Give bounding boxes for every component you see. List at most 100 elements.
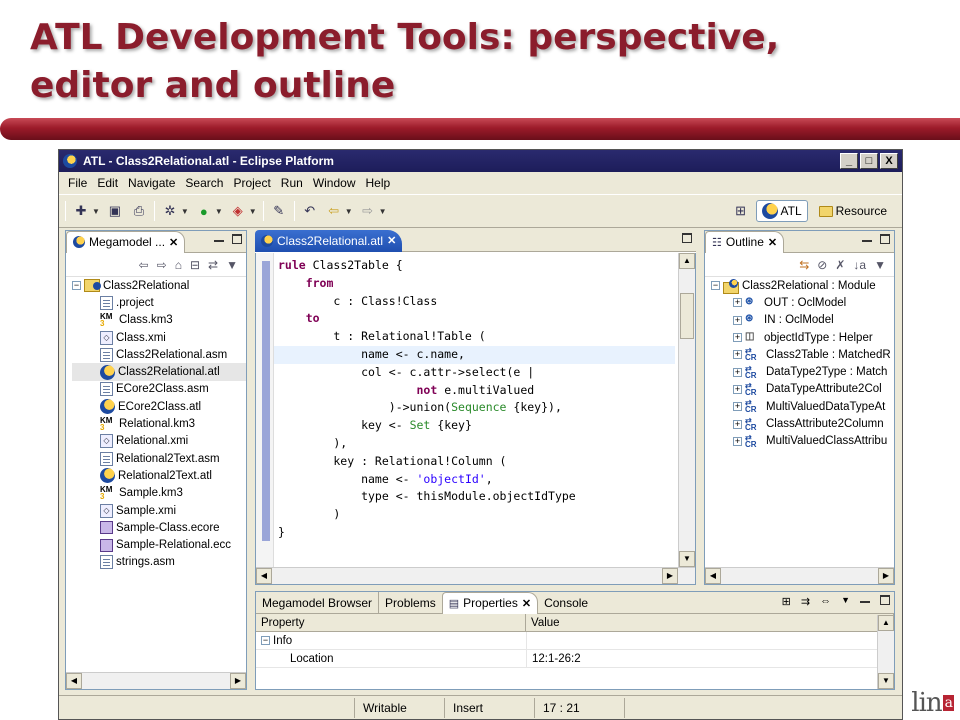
close-icon[interactable]: ✕ <box>169 236 178 249</box>
megamodel-hscroll[interactable]: ◀ ▶ <box>66 672 246 689</box>
tab-console[interactable]: Console <box>538 592 594 614</box>
tree-item[interactable]: Relational2Text.atl <box>72 467 246 484</box>
properties-vscroll[interactable]: ▲ ▼ <box>877 615 894 689</box>
outline-item[interactable]: + ⇄ CR MultiValuedDataTypeAt <box>711 398 894 415</box>
close-icon[interactable]: ✕ <box>768 236 777 249</box>
close-button[interactable]: X <box>880 153 898 169</box>
code-line[interactable]: not e.multiValued <box>278 382 675 400</box>
tree-item[interactable]: Sample-Relational.ecc <box>72 536 246 553</box>
code-line[interactable]: name <- c.name, <box>274 345 675 364</box>
tree-root[interactable]: − Class2Relational <box>72 277 246 294</box>
expand-icon[interactable]: + <box>733 367 742 377</box>
editor-vscroll[interactable]: ▲ ▼ <box>678 253 695 567</box>
scroll-thumb[interactable] <box>680 293 694 339</box>
menu-navigate[interactable]: Navigate <box>123 176 180 190</box>
tree-item[interactable]: Class2Relational.asm <box>72 346 246 363</box>
open-perspective-icon[interactable]: ⊞ <box>732 202 750 220</box>
menu-file[interactable]: File <box>63 176 92 190</box>
tree-item[interactable]: Relational2Text.asm <box>72 450 246 467</box>
close-icon[interactable]: ✕ <box>387 234 396 247</box>
table-row[interactable]: Location 12:1-26:2 <box>256 650 894 668</box>
debug-dropdown-icon[interactable]: ▼ <box>181 207 189 216</box>
code-line[interactable]: key : Relational!Column ( <box>278 453 675 471</box>
expand-icon[interactable]: + <box>733 350 742 360</box>
scroll-up-icon[interactable]: ▲ <box>878 615 894 631</box>
menu-help[interactable]: Help <box>361 176 396 190</box>
collapse-icon[interactable]: − <box>261 636 270 645</box>
tab-megamodel-browser[interactable]: Megamodel Browser <box>256 592 378 614</box>
categories-icon[interactable]: ⊞ <box>782 595 791 608</box>
expand-icon[interactable]: + <box>733 402 742 412</box>
outline-item[interactable]: + ⇄ CR Class2Table : MatchedR <box>711 346 894 363</box>
outline-hscroll[interactable]: ◀ ▶ <box>705 567 894 584</box>
menu-project[interactable]: Project <box>228 176 275 190</box>
perspective-resource[interactable]: Resource <box>814 202 892 220</box>
outline-item[interactable]: + ⇄ CR DataTypeAttribute2Col <box>711 381 894 398</box>
tree-item[interactable]: Sample-Class.ecore <box>72 519 246 536</box>
maximize-view-icon[interactable] <box>880 234 890 244</box>
outline-item[interactable]: + ⊛ IN : OclModel <box>711 312 894 329</box>
code-line[interactable]: c : Class!Class <box>278 293 675 311</box>
collapse-icon[interactable]: − <box>711 281 720 291</box>
table-row[interactable]: − Info <box>256 632 894 650</box>
col-value[interactable]: Value <box>526 614 894 631</box>
tree-item[interactable]: ECore2Class.asm <box>72 381 246 398</box>
code-line[interactable]: )->union(Sequence {key}), <box>278 399 675 417</box>
minimize-view-icon[interactable] <box>862 240 872 242</box>
outline-item[interactable]: + ⊛ OUT : OclModel <box>711 294 894 311</box>
debug-icon[interactable]: ✲ <box>161 202 179 220</box>
scroll-right-icon[interactable]: ▶ <box>662 568 678 584</box>
minimize-button[interactable]: _ <box>840 153 858 169</box>
back-icon[interactable]: ⇦ <box>325 202 343 220</box>
run-icon[interactable]: ● <box>195 202 213 220</box>
minimize-view-icon[interactable] <box>860 601 870 603</box>
expand-icon[interactable]: + <box>733 436 742 446</box>
tree-item[interactable]: KM 3 Class.km3 <box>72 312 246 329</box>
print-icon[interactable]: ⎙ <box>130 202 148 220</box>
scroll-left-icon[interactable]: ◀ <box>66 673 82 689</box>
collapse-icon[interactable]: − <box>72 281 81 291</box>
forward-icon[interactable]: ⇨ <box>157 258 167 272</box>
maximize-button[interactable]: □ <box>860 153 878 169</box>
scroll-right-icon[interactable]: ▶ <box>230 673 246 689</box>
expand-icon[interactable]: + <box>733 333 742 343</box>
maximize-view-icon[interactable] <box>880 595 890 605</box>
tree-item[interactable]: strings.asm <box>72 554 246 571</box>
collapse-all-icon[interactable]: ⊟ <box>190 258 200 272</box>
code-line[interactable]: from <box>278 275 675 293</box>
edit-icon[interactable]: ✎ <box>270 202 288 220</box>
restore-icon[interactable]: ⇔ <box>820 595 831 608</box>
new-dropdown-icon[interactable]: ▼ <box>92 207 100 216</box>
tree-item[interactable]: ECore2Class.atl <box>72 398 246 415</box>
menu-search[interactable]: Search <box>180 176 228 190</box>
back-icon[interactable]: ⇦ <box>139 258 149 272</box>
tree-item[interactable]: ◇ Class.xmi <box>72 329 246 346</box>
tree-item[interactable]: Class2Relational.atl <box>72 363 246 381</box>
col-property[interactable]: Property <box>256 614 526 631</box>
code-line[interactable]: ), <box>278 435 675 453</box>
expand-icon[interactable]: + <box>733 419 742 429</box>
tab-outline[interactable]: ☷ Outline ✕ <box>705 230 785 253</box>
forward-dropdown-icon[interactable]: ▼ <box>379 207 387 216</box>
outline-root[interactable]: − Class2Relational : Module <box>711 277 894 294</box>
scroll-up-icon[interactable]: ▲ <box>679 253 695 269</box>
sync-icon[interactable]: ⇆ <box>799 258 809 272</box>
new-icon[interactable]: ✚ <box>72 202 90 220</box>
forward-icon[interactable]: ⇨ <box>359 202 377 220</box>
tree-item[interactable]: ◇ Sample.xmi <box>72 502 246 519</box>
expand-icon[interactable]: + <box>733 298 742 308</box>
code-line[interactable]: } <box>278 524 675 542</box>
filter-icon[interactable]: ⇉ <box>801 595 810 608</box>
menu-edit[interactable]: Edit <box>92 176 123 190</box>
hide-fields-icon[interactable]: ⊘ <box>817 258 827 272</box>
perspective-atl[interactable]: ATL <box>755 200 808 222</box>
hide-rules-icon[interactable]: ✗ <box>835 258 845 272</box>
scroll-left-icon[interactable]: ◀ <box>705 568 721 584</box>
view-menu-icon[interactable]: ▼ <box>226 258 238 272</box>
home-icon[interactable]: ⌂ <box>175 258 182 272</box>
tab-class2relational-atl[interactable]: Class2Relational.atl ✕ <box>255 229 403 252</box>
view-menu-icon[interactable]: ▼ <box>841 595 850 608</box>
maximize-view-icon[interactable] <box>682 233 692 243</box>
code-line[interactable]: type <- thisModule.objectIdType <box>278 488 675 506</box>
code-line[interactable]: col <- c.attr->select(e | <box>278 364 675 382</box>
